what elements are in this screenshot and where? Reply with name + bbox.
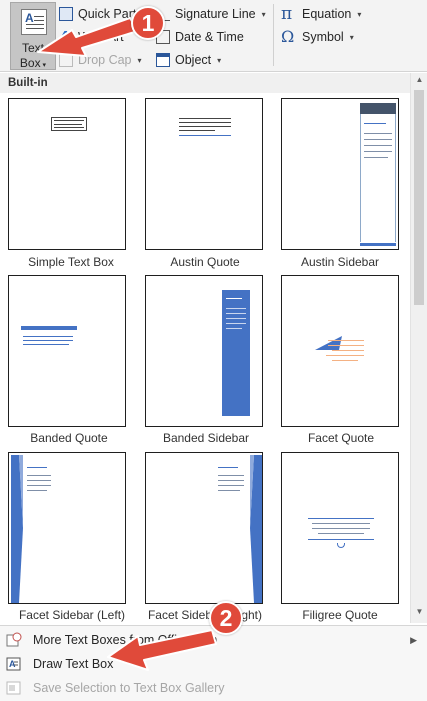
annotation-badge-1: 1 bbox=[131, 6, 165, 40]
annotation-arrow-1 bbox=[37, 17, 139, 57]
annotation-arrows bbox=[37, 17, 217, 671]
annotation-badge-2: 2 bbox=[209, 601, 243, 635]
annotation-arrow-2 bbox=[107, 629, 217, 671]
